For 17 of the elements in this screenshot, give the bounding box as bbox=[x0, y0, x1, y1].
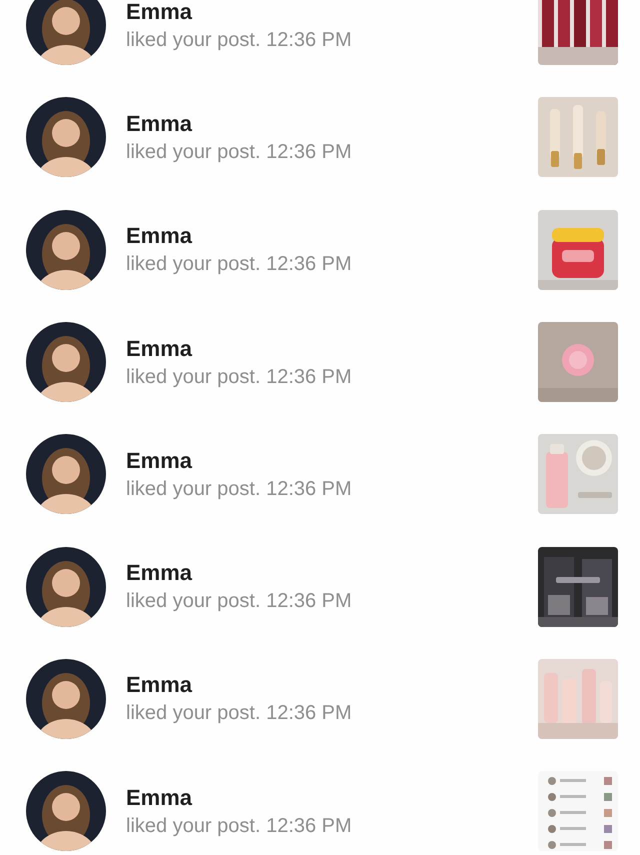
notification-text: liked your post. 12:36 PM bbox=[126, 814, 352, 838]
user-name[interactable]: Emma bbox=[126, 560, 192, 586]
user-name[interactable]: Emma bbox=[126, 336, 192, 362]
user-name[interactable]: Emma bbox=[126, 448, 192, 474]
notification-text: liked your post. 12:36 PM bbox=[126, 590, 352, 614]
avatar[interactable] bbox=[26, 0, 106, 66]
notification-text: liked your post. 12:36 PM bbox=[126, 478, 352, 501]
user-name[interactable]: Emma bbox=[126, 0, 192, 25]
user-name[interactable]: Emma bbox=[126, 672, 192, 698]
notification-text: liked your post. 12:36 PM bbox=[126, 702, 352, 726]
notification-text: liked your post. 12:36 PM bbox=[126, 366, 352, 389]
user-name[interactable]: Emma bbox=[126, 784, 192, 811]
notification-text: liked your post. 12:36 PM bbox=[126, 140, 352, 164]
user-name[interactable]: Emma bbox=[126, 110, 192, 137]
notification-text: liked your post. 12:36 PM bbox=[126, 253, 352, 276]
user-name[interactable]: Emma bbox=[126, 223, 192, 250]
notification-text: liked your post. 12:36 PM bbox=[126, 28, 352, 52]
